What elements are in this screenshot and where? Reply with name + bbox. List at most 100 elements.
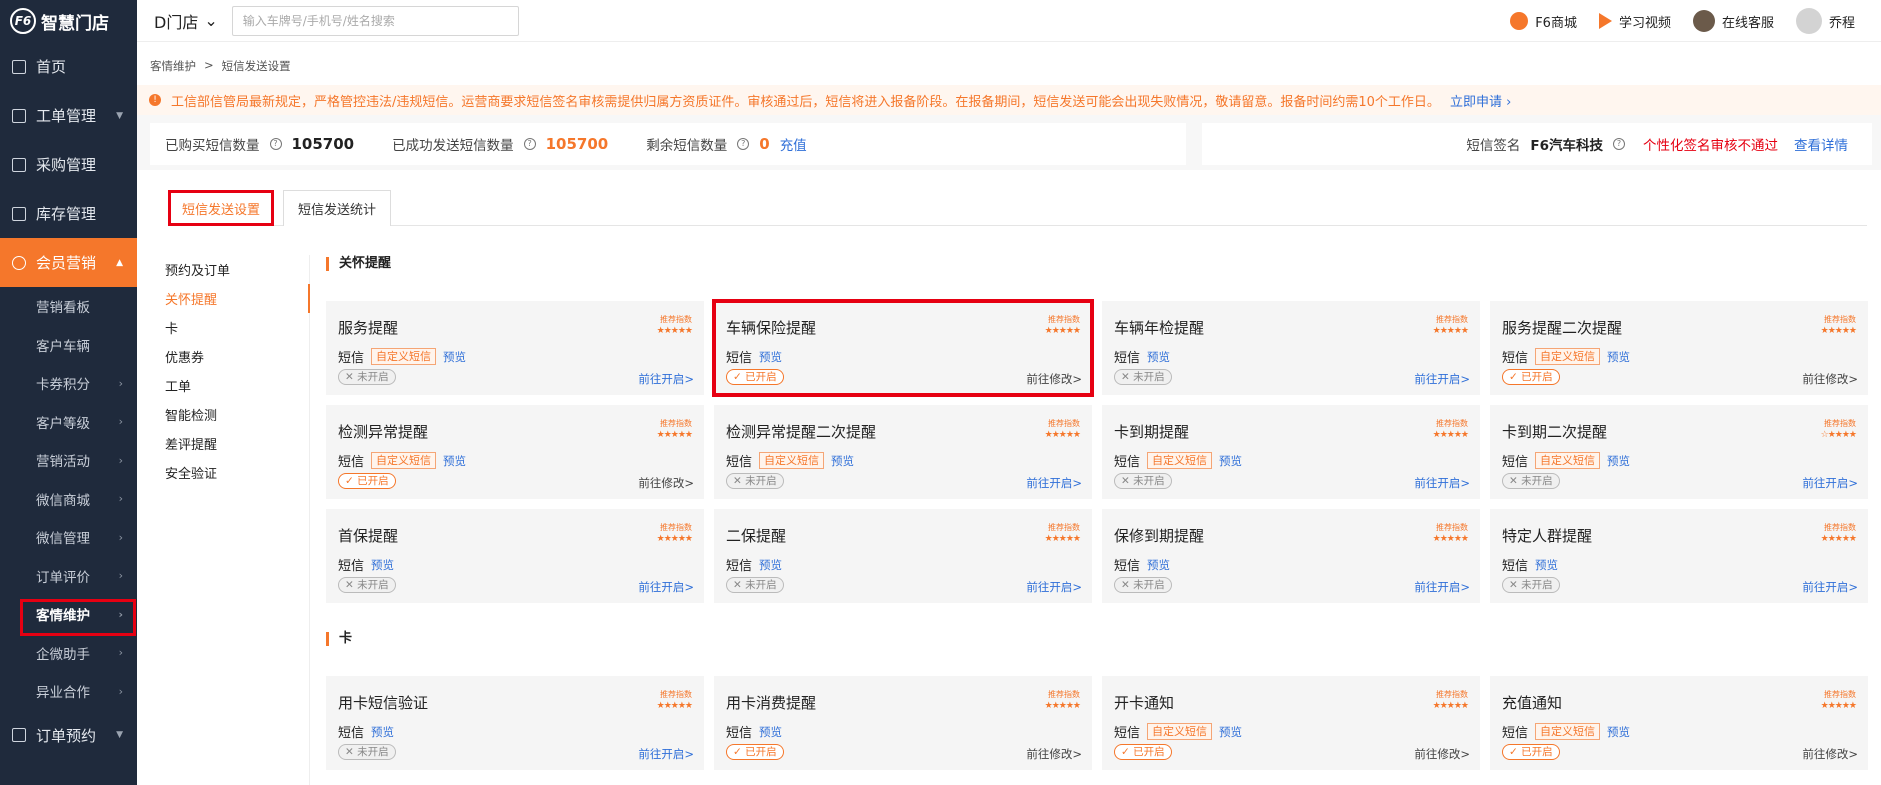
- go-edit-link[interactable]: 前往修改>: [1026, 371, 1082, 387]
- go-open-link[interactable]: 前往开启>: [1414, 371, 1470, 387]
- sidebar-item-3[interactable]: 库存管理: [0, 189, 137, 238]
- star-rating-icon: ★★★★★: [656, 534, 693, 544]
- card-title: 开卡通知: [1114, 694, 1175, 712]
- view-details-link[interactable]: 查看详情: [1794, 134, 1848, 154]
- logo[interactable]: F6 智慧门店: [0, 0, 137, 42]
- preview-link[interactable]: 预览: [1219, 453, 1242, 469]
- f6-mall-link[interactable]: F6商城: [1510, 12, 1577, 31]
- go-open-link[interactable]: 前往开启>: [1802, 475, 1858, 491]
- card-meta: 短信 自定义短信 预览: [1502, 347, 1630, 366]
- go-open-link[interactable]: 前往开启>: [638, 746, 694, 762]
- help-icon[interactable]: ?: [269, 138, 282, 150]
- category-item[interactable]: 智能检测: [137, 400, 309, 429]
- card-meta: 短信 自定义短信 预览: [1114, 722, 1242, 741]
- sidebar-subitem-7[interactable]: 订单评价 ›: [0, 557, 137, 596]
- warehouse-icon: [12, 206, 26, 221]
- help-icon[interactable]: ?: [1613, 138, 1625, 150]
- sidebar-item-4[interactable]: 会员营销 ▲: [0, 238, 137, 287]
- preview-link[interactable]: 预览: [1535, 557, 1558, 573]
- preview-link[interactable]: 预览: [371, 724, 394, 740]
- sidebar-item-0[interactable]: 首页: [0, 42, 137, 91]
- sidebar-subitem-3[interactable]: 客户等级 ›: [0, 403, 137, 442]
- remain-label: 剩余短信数量: [646, 138, 728, 154]
- preview-link[interactable]: 预览: [371, 557, 394, 573]
- user-menu[interactable]: 乔程: [1795, 8, 1855, 34]
- sidebar-subitem-10[interactable]: 异业合作 ›: [0, 672, 137, 711]
- go-edit-link[interactable]: 前往修改>: [1026, 746, 1082, 762]
- apply-now-link[interactable]: 立即申请 ›: [1450, 91, 1511, 110]
- sms-label: 短信: [1502, 559, 1529, 574]
- sidebar-subitem-8[interactable]: 客情维护 ›: [0, 595, 137, 636]
- breadcrumb-parent[interactable]: 客情维护: [150, 58, 196, 74]
- category-list: 预约及订单 关怀提醒卡优惠券 工单 智能检测 差评提醒 安全验证: [137, 255, 310, 785]
- preview-link[interactable]: 预览: [1607, 724, 1630, 740]
- sidebar-subitem-9[interactable]: 企微助手 ›: [0, 634, 137, 673]
- study-video-link[interactable]: 学习视频: [1598, 12, 1671, 31]
- preview-link[interactable]: 预览: [1607, 453, 1630, 469]
- cart-icon: [12, 157, 26, 172]
- go-open-link[interactable]: 前往开启>: [1414, 475, 1470, 491]
- preview-link[interactable]: 预览: [443, 453, 466, 469]
- star-rating-icon: ★★★★★: [1044, 430, 1081, 440]
- store-selector[interactable]: D门店 ⌄: [154, 9, 218, 33]
- card-meta: 短信 预览: [338, 555, 394, 575]
- preview-link[interactable]: 预览: [1607, 349, 1630, 365]
- recharge-link[interactable]: 充值: [780, 134, 807, 154]
- preview-link[interactable]: 预览: [1219, 724, 1242, 740]
- sms-label: 短信: [338, 559, 365, 574]
- sidebar-subitem-6[interactable]: 微信管理 ›: [0, 518, 137, 557]
- card-title: 特定人群提醒: [1502, 527, 1593, 545]
- category-item[interactable]: 关怀提醒: [137, 284, 309, 313]
- sidebar-item-1[interactable]: 工单管理 ▼: [0, 91, 137, 140]
- custom-sms-tag: 自定义短信: [1535, 723, 1601, 740]
- category-item[interactable]: 安全验证: [137, 458, 309, 487]
- sms-card: 二保提醒 推荐指数 ★★★★★ 短信 预览 ✕ 未开启 前往开启>: [714, 509, 1092, 603]
- tab-sms-statistics[interactable]: 短信发送统计: [283, 190, 391, 226]
- status-badge-off: ✕ 未开启: [1114, 577, 1172, 593]
- go-edit-link[interactable]: 前往修改>: [1802, 746, 1858, 762]
- recommend-label: 推荐指数: [1824, 523, 1856, 532]
- breadcrumb: 客情维护 > 短信发送设置: [150, 58, 291, 74]
- sidebar-subitem-label: 客户车辆: [36, 338, 90, 355]
- info-icon: !: [149, 94, 161, 106]
- help-icon[interactable]: ?: [737, 138, 750, 150]
- sidebar-item-order-booking[interactable]: 订单预约 ▼: [0, 711, 137, 760]
- star-rating-icon: ★★★★★: [1044, 701, 1081, 711]
- go-open-link[interactable]: 前往开启>: [1414, 579, 1470, 595]
- status-badge-off: ✕ 未开启: [1114, 473, 1172, 489]
- sidebar-subitem-1[interactable]: 客户车辆: [0, 326, 137, 365]
- status-badge-on: ✓ 已开启: [726, 744, 784, 760]
- sidebar-subitem-5[interactable]: 微信商城 ›: [0, 480, 137, 519]
- preview-link[interactable]: 预览: [759, 724, 782, 740]
- go-open-link[interactable]: 前往开启>: [1026, 579, 1082, 595]
- preview-link[interactable]: 预览: [759, 557, 782, 573]
- category-item[interactable]: 优惠券: [137, 342, 309, 371]
- go-open-link[interactable]: 前往开启>: [638, 579, 694, 595]
- go-edit-link[interactable]: 前往修改>: [1414, 746, 1470, 762]
- go-open-link[interactable]: 前往开启>: [1802, 579, 1858, 595]
- category-item[interactable]: 差评提醒: [137, 429, 309, 458]
- go-open-link[interactable]: 前往开启>: [1026, 475, 1082, 491]
- go-open-link[interactable]: 前往开启>: [638, 371, 694, 387]
- preview-link[interactable]: 预览: [831, 453, 854, 469]
- preview-link[interactable]: 预览: [1147, 349, 1170, 365]
- category-item[interactable]: 工单: [137, 371, 309, 400]
- preview-link[interactable]: 预览: [759, 349, 782, 365]
- sidebar-subitem-label: 订单评价: [36, 569, 90, 586]
- sms-label: 短信: [1114, 455, 1141, 470]
- go-edit-link[interactable]: 前往修改>: [1802, 371, 1858, 387]
- sidebar-item-2[interactable]: 采购管理: [0, 140, 137, 189]
- preview-link[interactable]: 预览: [443, 349, 466, 365]
- category-item[interactable]: 卡: [137, 313, 309, 342]
- sidebar-subitem-2[interactable]: 卡券积分 ›: [0, 364, 137, 403]
- search-input[interactable]: [231, 5, 519, 36]
- go-edit-link[interactable]: 前往修改>: [638, 475, 694, 491]
- online-service-link[interactable]: 在线客服: [1692, 10, 1774, 32]
- help-icon[interactable]: ?: [523, 138, 536, 150]
- preview-link[interactable]: 预览: [1147, 557, 1170, 573]
- chevron-icon: ▲: [116, 257, 123, 268]
- sidebar-subitem-4[interactable]: 营销活动 ›: [0, 441, 137, 480]
- sidebar-subitem-0[interactable]: 营销看板: [0, 287, 137, 326]
- category-item[interactable]: 预约及订单: [137, 255, 309, 284]
- tab-sms-settings[interactable]: 短信发送设置: [168, 190, 274, 226]
